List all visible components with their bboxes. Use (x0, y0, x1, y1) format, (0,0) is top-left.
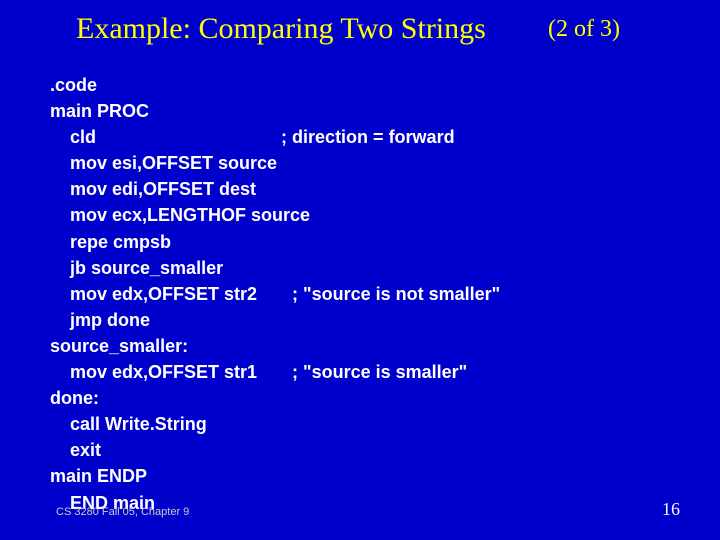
slide: Example: Comparing Two Strings (2 of 3) … (0, 0, 720, 540)
code-block: .code main PROC cld ; direction = forwar… (50, 72, 500, 516)
slide-subtitle: (2 of 3) (548, 16, 620, 43)
footer-text: CS 3280 Fall 05, Chapter 9 (56, 506, 189, 518)
page-number: 16 (662, 499, 680, 520)
slide-title: Example: Comparing Two Strings (76, 12, 486, 46)
